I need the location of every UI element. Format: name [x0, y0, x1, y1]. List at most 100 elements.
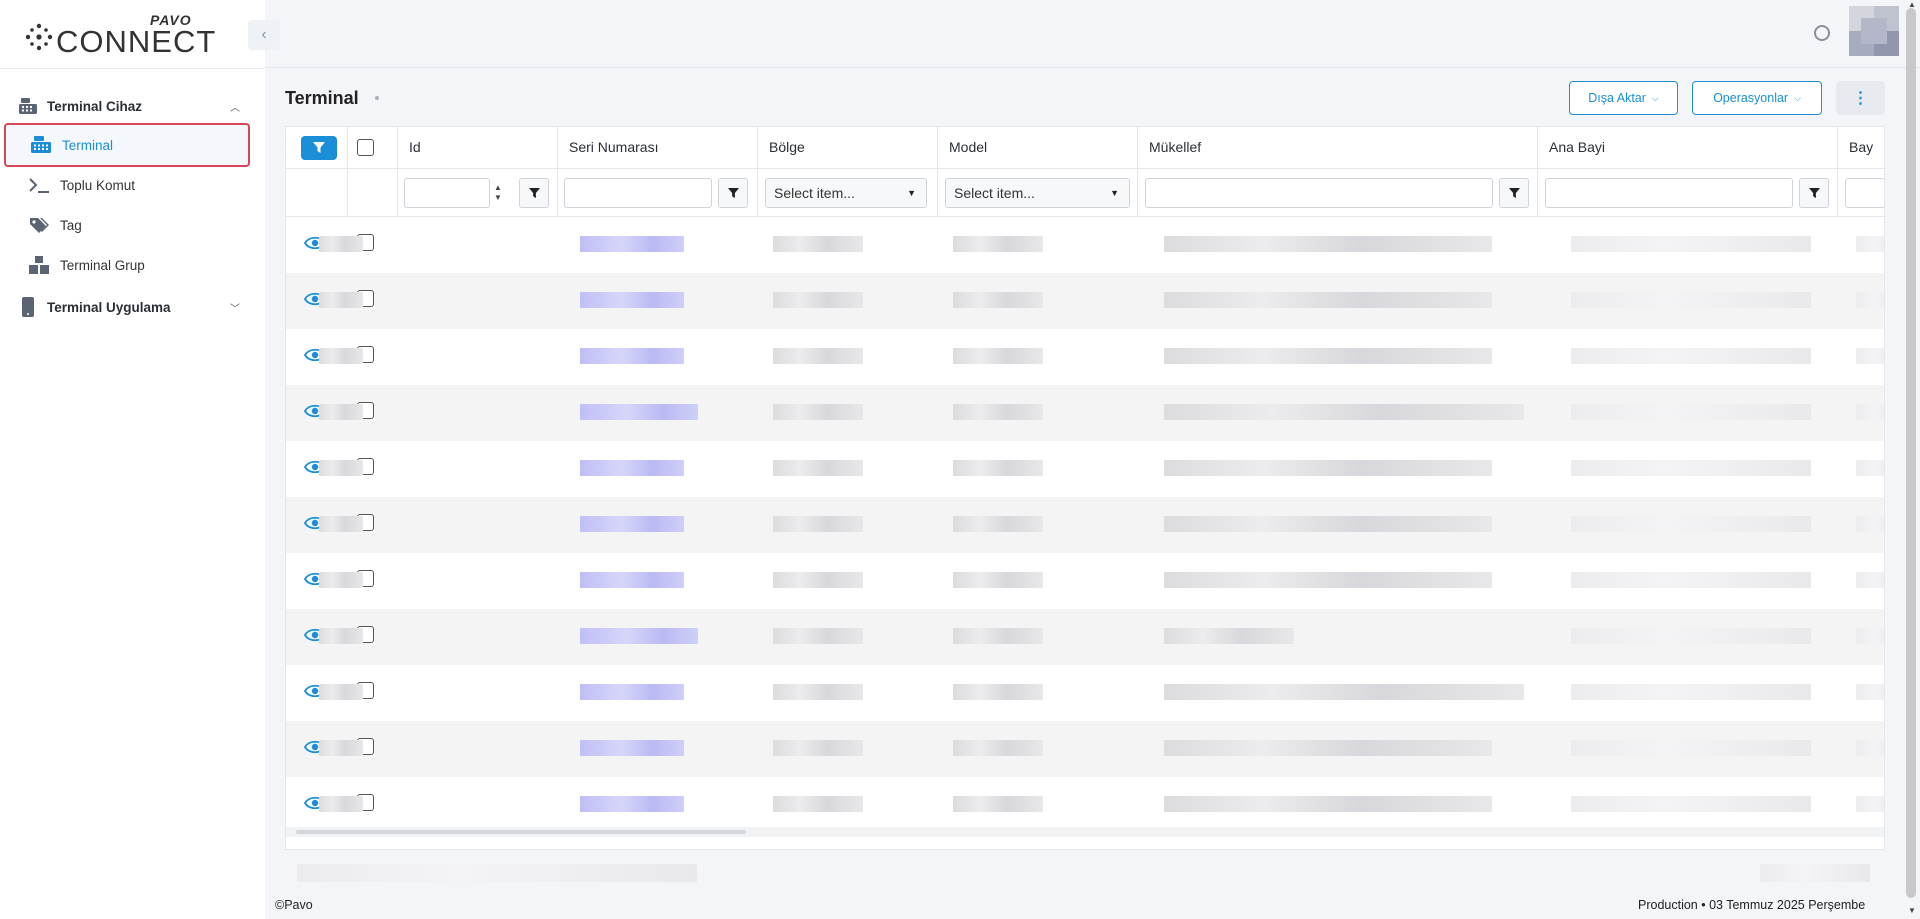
- table-row[interactable]: [286, 217, 1884, 273]
- model-cell: [953, 460, 1043, 476]
- boxes-icon: [29, 256, 49, 274]
- id-cell: [319, 460, 363, 476]
- main-dealer-filter-input[interactable]: [1545, 178, 1793, 208]
- main-dealer-cell: [1571, 572, 1811, 588]
- taxpayer-cell: [1164, 516, 1492, 532]
- taxpayer-cell: [1164, 628, 1294, 644]
- sidebar-group-terminal-uygulama[interactable]: Terminal Uygulama ﹀: [0, 290, 265, 324]
- more-options-button[interactable]: ⋮: [1836, 81, 1885, 115]
- export-button-label: Dışa Aktar: [1588, 91, 1646, 105]
- filter-icon: [727, 187, 739, 198]
- horizontal-scrollbar[interactable]: [286, 827, 1884, 837]
- column-separator: [1837, 127, 1838, 217]
- pager-blurred-content: [297, 864, 697, 882]
- id-cell: [319, 684, 363, 700]
- id-filter-input[interactable]: [404, 178, 490, 208]
- sidebar-collapse-button[interactable]: ‹: [248, 20, 280, 50]
- dealer-cell: [1856, 572, 1884, 588]
- id-spinner[interactable]: ▲ ▼: [486, 178, 510, 208]
- vertical-ellipsis-icon: ⋮: [1852, 90, 1869, 107]
- region-select[interactable]: Select item... ▼: [765, 178, 927, 208]
- table-row[interactable]: [286, 553, 1884, 609]
- sidebar-group-terminal-cihaz[interactable]: Terminal Cihaz ︿: [0, 89, 265, 123]
- sidebar-item-label: Tag: [60, 217, 82, 233]
- table-row[interactable]: [286, 385, 1884, 441]
- sidebar-item-label: Terminal: [62, 137, 114, 153]
- main-dealer-cell: [1571, 740, 1811, 756]
- chevron-up-icon: ︿: [230, 102, 240, 114]
- table-row[interactable]: [286, 441, 1884, 497]
- grid-pager: [285, 850, 1885, 894]
- sidebar-item-tag[interactable]: Tag: [4, 203, 250, 247]
- filter-toggle-button[interactable]: [301, 136, 337, 160]
- caret-down-icon: ▼: [907, 188, 916, 198]
- id-cell: [319, 516, 363, 532]
- column-header-dealer[interactable]: Bay: [1849, 139, 1873, 155]
- model-cell: [953, 348, 1043, 364]
- scroll-down-arrow-icon[interactable]: ▼: [1908, 906, 1916, 915]
- table-row[interactable]: [286, 721, 1884, 777]
- column-separator: [397, 127, 398, 217]
- id-cell: [319, 236, 363, 252]
- model-select-value: Select item...: [954, 185, 1035, 201]
- column-header-taxpayer[interactable]: Mükellef: [1149, 139, 1201, 155]
- operations-button[interactable]: Operasyonlar ⌵: [1692, 81, 1822, 115]
- taxpayer-cell: [1164, 236, 1492, 252]
- sidebar-item-label: Terminal Grup: [60, 257, 145, 273]
- filter-icon: [313, 142, 325, 153]
- model-cell: [953, 628, 1043, 644]
- pavo-connect-logo[interactable]: CONNECT PAVO: [24, 12, 215, 60]
- search-icon[interactable]: [1811, 22, 1835, 46]
- model-cell: [953, 236, 1043, 252]
- sidebar-item-terminal[interactable]: Terminal: [4, 123, 250, 167]
- cash-register-icon: [19, 98, 37, 114]
- sidebar-item-toplu-komut[interactable]: Toplu Komut: [4, 163, 250, 207]
- column-header-model[interactable]: Model: [949, 139, 987, 155]
- column-header-serial[interactable]: Seri Numarası: [569, 139, 658, 155]
- column-separator: [937, 127, 938, 217]
- vertical-scrollbar[interactable]: [1906, 8, 1916, 898]
- export-button[interactable]: Dışa Aktar ⌵: [1569, 81, 1678, 115]
- region-cell: [773, 572, 863, 588]
- horizontal-scrollbar-thumb[interactable]: [296, 830, 746, 834]
- sidebar-item-terminal-grup[interactable]: Terminal Grup: [4, 243, 250, 287]
- serial-number-cell: [580, 236, 684, 252]
- sidebar: CONNECT PAVO Terminal Cihaz ︿ Terminal T…: [0, 0, 265, 919]
- main-dealer-cell: [1571, 628, 1811, 644]
- main-dealer-cell: [1571, 292, 1811, 308]
- column-header-id[interactable]: Id: [409, 139, 421, 155]
- column-header-main-dealer[interactable]: Ana Bayi: [1549, 139, 1605, 155]
- id-filter-button[interactable]: [519, 178, 549, 208]
- serial-filter-input[interactable]: [564, 178, 712, 208]
- table-row[interactable]: [286, 329, 1884, 385]
- taxpayer-filter-button[interactable]: [1499, 178, 1529, 208]
- main-dealer-cell: [1571, 684, 1811, 700]
- table-row[interactable]: [286, 665, 1884, 721]
- serial-number-cell: [580, 404, 698, 420]
- id-cell: [319, 572, 363, 588]
- dealer-filter-input[interactable]: [1845, 178, 1884, 208]
- select-all-checkbox[interactable]: [357, 139, 374, 156]
- dealer-cell: [1856, 348, 1884, 364]
- serial-filter-button[interactable]: [718, 178, 748, 208]
- id-cell: [319, 740, 363, 756]
- table-row[interactable]: [286, 609, 1884, 665]
- table-row[interactable]: [286, 497, 1884, 553]
- column-header-region[interactable]: Bölge: [769, 139, 805, 155]
- model-cell: [953, 684, 1043, 700]
- logo-sub-text: PAVO: [150, 12, 192, 28]
- table-row[interactable]: [286, 273, 1884, 329]
- terminal-prompt-icon: [29, 178, 49, 193]
- model-cell: [953, 516, 1043, 532]
- terminal-grid: Id Seri Numarası Bölge Model Mükellef An…: [285, 126, 1885, 850]
- table-row[interactable]: [286, 777, 1884, 833]
- region-cell: [773, 348, 863, 364]
- avatar[interactable]: [1849, 6, 1899, 56]
- taxpayer-filter-input[interactable]: [1145, 178, 1493, 208]
- region-cell: [773, 740, 863, 756]
- main-dealer-filter-button[interactable]: [1799, 178, 1829, 208]
- serial-number-cell: [580, 572, 684, 588]
- region-cell: [773, 404, 863, 420]
- region-cell: [773, 628, 863, 644]
- model-select[interactable]: Select item... ▼: [945, 178, 1130, 208]
